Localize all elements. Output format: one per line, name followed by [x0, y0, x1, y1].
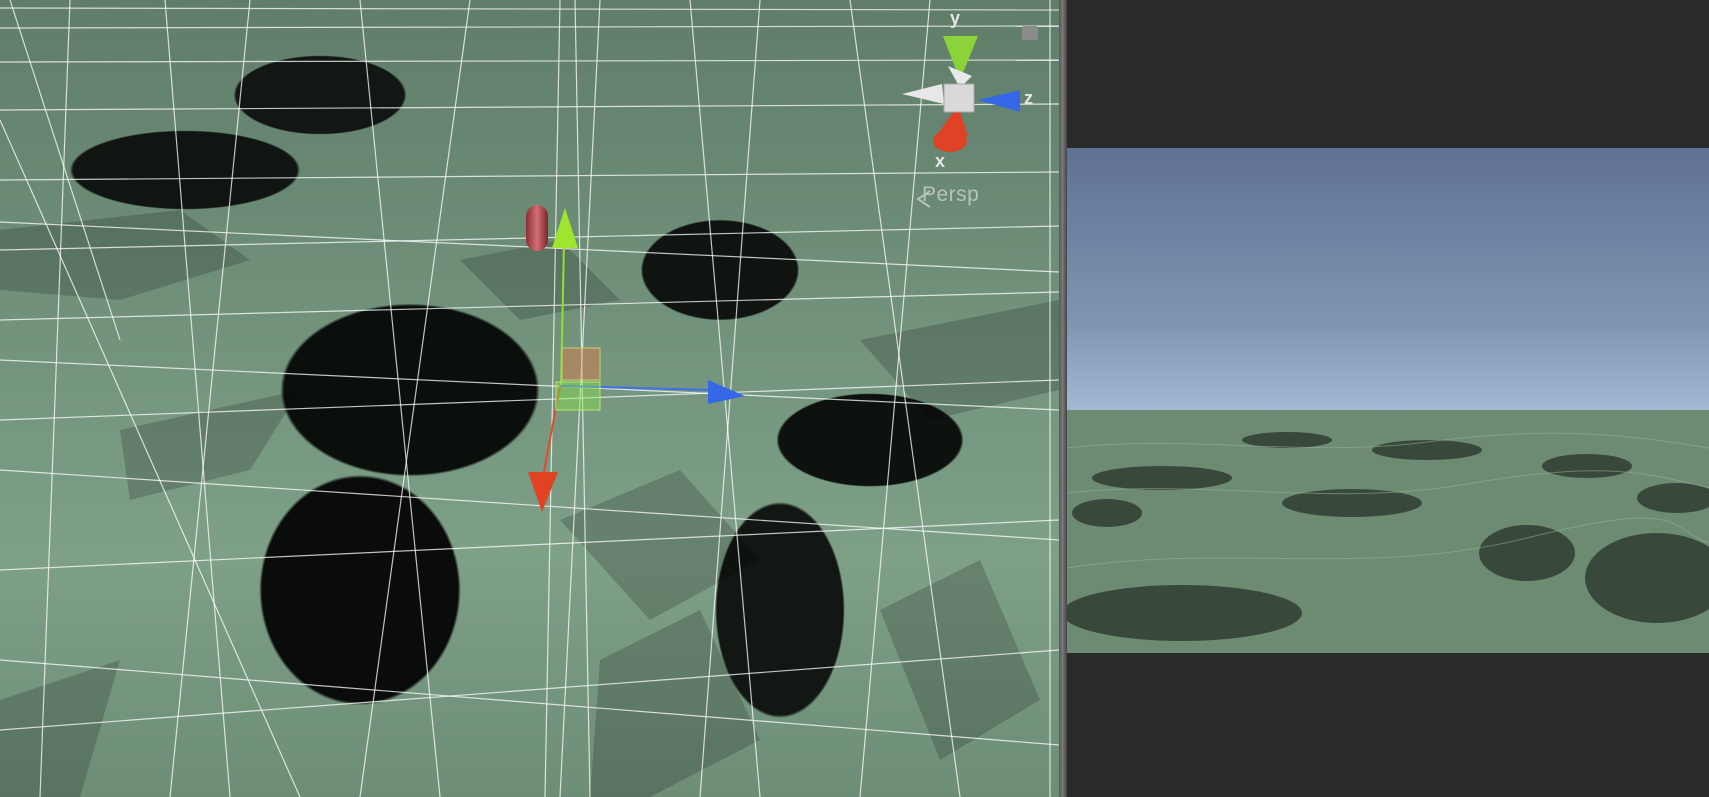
- terrain-mesh: [0, 210, 1059, 797]
- orientation-x-cone-base: [933, 130, 967, 152]
- capsule-object[interactable]: [526, 205, 548, 251]
- orientation-neg-x-cone-icon[interactable]: [902, 84, 944, 104]
- axis-label-y: y: [950, 8, 961, 28]
- lock-icon[interactable]: [1022, 26, 1038, 40]
- scene-view[interactable]: y z x Persp: [0, 0, 1059, 797]
- orientation-z-cone-icon[interactable]: [978, 90, 1020, 112]
- axis-label-z: z: [1024, 88, 1033, 108]
- scene-grid: [0, 0, 1059, 797]
- orientation-center-cube[interactable]: [943, 83, 975, 113]
- game-render-frame[interactable]: [1067, 148, 1709, 653]
- projection-label[interactable]: Persp: [922, 183, 979, 207]
- orientation-gizmo[interactable]: [902, 36, 1020, 152]
- gizmo-xy-plane-handle[interactable]: [561, 347, 601, 381]
- gizmo-xz-plane-handle[interactable]: [555, 381, 601, 411]
- game-view[interactable]: [1067, 0, 1709, 797]
- view-divider[interactable]: [1059, 0, 1067, 797]
- wireframe-grid: [0, 0, 1059, 797]
- axis-label-x: x: [935, 151, 946, 171]
- game-terrain: [1067, 410, 1709, 653]
